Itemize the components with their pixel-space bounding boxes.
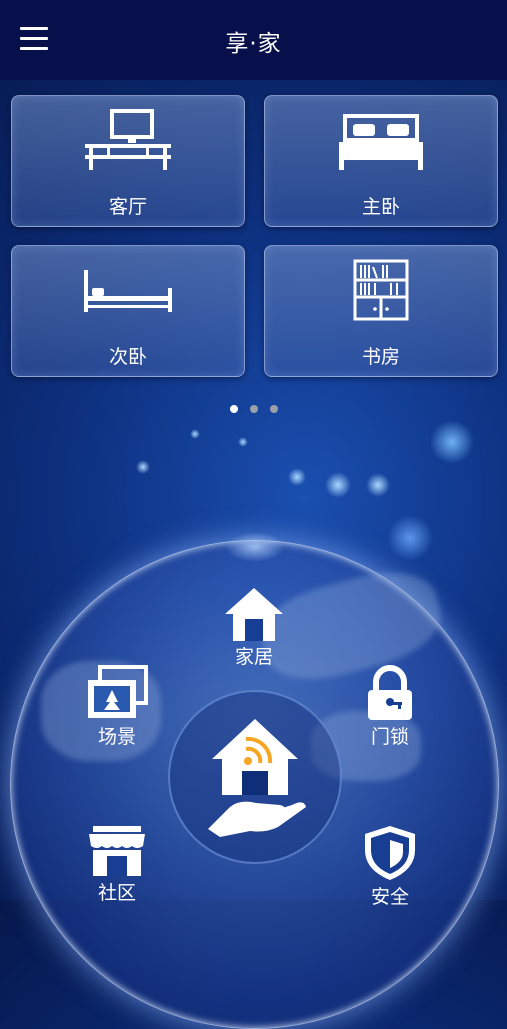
single-bed-icon — [84, 270, 172, 312]
room-label: 客厅 — [108, 196, 147, 218]
light-particle — [387, 515, 433, 561]
pager-dot[interactable] — [250, 405, 258, 413]
top-bar: 享·家 — [0, 0, 507, 80]
light-particle — [430, 420, 474, 464]
room-card-second-bedroom[interactable]: 次卧 — [11, 245, 245, 377]
light-particle — [136, 460, 150, 474]
room-label: 主卧 — [361, 196, 400, 218]
nav-lock-label: 门锁 — [370, 726, 409, 748]
light-particle — [325, 472, 351, 498]
nav-community-button[interactable]: 社区 — [76, 824, 158, 905]
picture-frames-icon — [88, 665, 148, 718]
double-bed-icon — [339, 114, 423, 170]
nav-scene-button[interactable]: 场景 — [76, 664, 158, 749]
nav-home-button[interactable]: 家居 — [213, 586, 295, 669]
nav-lock-button[interactable]: 门锁 — [350, 664, 430, 749]
room-card-living-room[interactable]: 客厅 — [11, 95, 245, 227]
nav-home-label: 家居 — [234, 646, 273, 668]
room-label: 书房 — [361, 346, 400, 368]
nav-security-label: 安全 — [370, 886, 409, 908]
shield-icon — [365, 826, 415, 880]
light-particle — [190, 429, 200, 439]
house-icon — [225, 588, 283, 641]
room-card-study[interactable]: 书房 — [264, 245, 498, 377]
room-label: 次卧 — [108, 346, 147, 368]
center-smart-home-button[interactable] — [200, 715, 310, 840]
pager-dot[interactable] — [270, 405, 278, 413]
hand-holding-wifi-house-icon — [208, 719, 306, 837]
nav-community-label: 社区 — [97, 882, 136, 904]
padlock-icon — [368, 665, 412, 720]
light-particle — [288, 468, 306, 486]
nav-scene-label: 场景 — [97, 726, 136, 748]
bookshelf-icon — [353, 259, 409, 321]
light-particle — [366, 473, 390, 497]
page-title: 享·家 — [225, 31, 282, 57]
light-particle — [238, 437, 248, 447]
room-card-master-bedroom[interactable]: 主卧 — [264, 95, 498, 227]
storefront-icon — [89, 826, 145, 876]
pager-dot[interactable] — [230, 405, 238, 413]
tv-stand-icon — [85, 109, 171, 170]
nav-security-button[interactable]: 安全 — [350, 824, 430, 909]
